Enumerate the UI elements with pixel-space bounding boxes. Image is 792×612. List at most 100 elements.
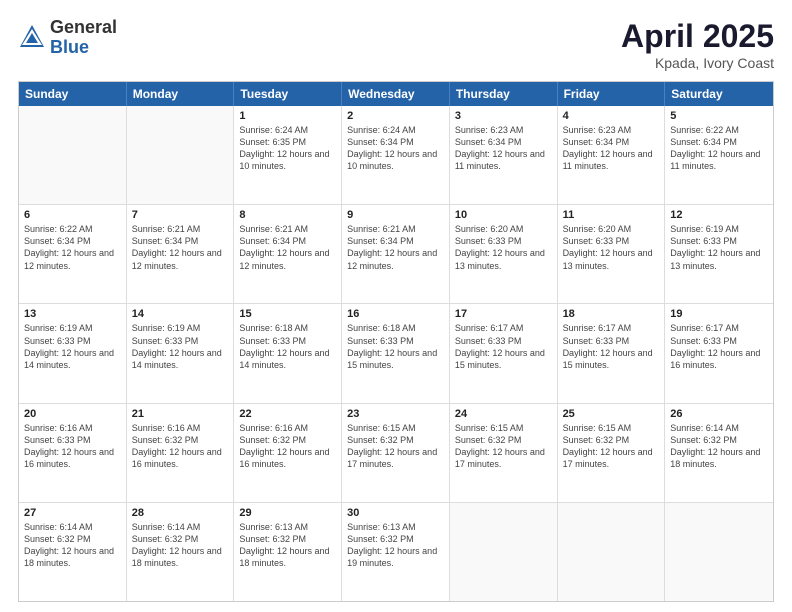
day-number: 1 — [239, 110, 336, 122]
header-friday: Friday — [558, 82, 666, 106]
day-info: Sunrise: 6:23 AM Sunset: 6:34 PM Dayligh… — [455, 124, 552, 173]
calendar-cell-r2c4: 17Sunrise: 6:17 AM Sunset: 6:33 PM Dayli… — [450, 304, 558, 402]
calendar-cell-r1c6: 12 Sunrise: 6:19 AM Sunset: 6:33 PM Dayli… — [665, 205, 773, 303]
day-info: Sunrise: 6:20 AM Sunset: 6:33 PM Dayligh… — [563, 223, 660, 272]
day-info: Sunrise: 6:18 AM Sunset: 6:33 PM Dayligh… — [239, 322, 336, 371]
calendar-row-5: 27Sunrise: 6:14 AM Sunset: 6:32 PM Dayli… — [19, 503, 773, 601]
calendar-row-4: 20 Sunrise: 6:16 AM Sunset: 6:33 PM Dayli… — [19, 404, 773, 503]
calendar-cell-r2c1: 14 Sunrise: 6:19 AM Sunset: 6:33 PM Dayli… — [127, 304, 235, 402]
day-number: 23 — [347, 408, 444, 420]
day-info: Sunrise: 6:16 AM Sunset: 6:32 PM Dayligh… — [239, 422, 336, 471]
calendar-cell-r2c3: 16Sunrise: 6:18 AM Sunset: 6:33 PM Dayli… — [342, 304, 450, 402]
header-wednesday: Wednesday — [342, 82, 450, 106]
logo-icon — [18, 23, 46, 51]
calendar-cell-r4c5 — [558, 503, 666, 601]
day-info: Sunrise: 6:23 AM Sunset: 6:34 PM Dayligh… — [563, 124, 660, 173]
day-number: 28 — [132, 507, 229, 519]
header-tuesday: Tuesday — [234, 82, 342, 106]
calendar-cell-r3c6: 26 Sunrise: 6:14 AM Sunset: 6:32 PM Dayli… — [665, 404, 773, 502]
day-number: 7 — [132, 209, 229, 221]
logo-blue: Blue — [50, 38, 117, 58]
title-block: April 2025 Kpada, Ivory Coast — [621, 18, 774, 71]
day-number: 4 — [563, 110, 660, 122]
day-info: Sunrise: 6:20 AM Sunset: 6:33 PM Dayligh… — [455, 223, 552, 272]
calendar-cell-r2c0: 13Sunrise: 6:19 AM Sunset: 6:33 PM Dayli… — [19, 304, 127, 402]
page: General Blue April 2025 Kpada, Ivory Coa… — [0, 0, 792, 612]
calendar-row-2: 6 Sunrise: 6:22 AM Sunset: 6:34 PM Daylig… — [19, 205, 773, 304]
calendar-cell-r3c1: 21 Sunrise: 6:16 AM Sunset: 6:32 PM Dayli… — [127, 404, 235, 502]
calendar-cell-r4c6 — [665, 503, 773, 601]
calendar-cell-r0c4: 3 Sunrise: 6:23 AM Sunset: 6:34 PM Daylig… — [450, 106, 558, 204]
day-info: Sunrise: 6:15 AM Sunset: 6:32 PM Dayligh… — [563, 422, 660, 471]
day-info: Sunrise: 6:21 AM Sunset: 6:34 PM Dayligh… — [347, 223, 444, 272]
calendar-cell-r3c3: 23 Sunrise: 6:15 AM Sunset: 6:32 PM Dayli… — [342, 404, 450, 502]
calendar-cell-r0c1 — [127, 106, 235, 204]
day-info: Sunrise: 6:17 AM Sunset: 6:33 PM Dayligh… — [670, 322, 768, 371]
calendar-cell-r1c2: 8Sunrise: 6:21 AM Sunset: 6:34 PM Daylig… — [234, 205, 342, 303]
day-info: Sunrise: 6:22 AM Sunset: 6:34 PM Dayligh… — [24, 223, 121, 272]
day-number: 5 — [670, 110, 768, 122]
calendar-cell-r0c3: 2Sunrise: 6:24 AM Sunset: 6:34 PM Daylig… — [342, 106, 450, 204]
calendar-cell-r2c6: 19 Sunrise: 6:17 AM Sunset: 6:33 PM Dayli… — [665, 304, 773, 402]
logo-general: General — [50, 18, 117, 38]
calendar-cell-r1c0: 6 Sunrise: 6:22 AM Sunset: 6:34 PM Daylig… — [19, 205, 127, 303]
day-info: Sunrise: 6:16 AM Sunset: 6:33 PM Dayligh… — [24, 422, 121, 471]
day-info: Sunrise: 6:14 AM Sunset: 6:32 PM Dayligh… — [670, 422, 768, 471]
calendar-cell-r4c4 — [450, 503, 558, 601]
calendar-cell-r4c3: 30Sunrise: 6:13 AM Sunset: 6:32 PM Dayli… — [342, 503, 450, 601]
calendar-body: 1 Sunrise: 6:24 AM Sunset: 6:35 PM Daylig… — [19, 106, 773, 601]
day-info: Sunrise: 6:14 AM Sunset: 6:32 PM Dayligh… — [24, 521, 121, 570]
calendar-cell-r3c4: 24 Sunrise: 6:15 AM Sunset: 6:32 PM Dayli… — [450, 404, 558, 502]
calendar-cell-r3c2: 22 Sunrise: 6:16 AM Sunset: 6:32 PM Dayli… — [234, 404, 342, 502]
calendar-cell-r4c1: 28 Sunrise: 6:14 AM Sunset: 6:32 PM Dayli… — [127, 503, 235, 601]
calendar: Sunday Monday Tuesday Wednesday Thursday… — [18, 81, 774, 602]
logo-text: General Blue — [50, 18, 117, 58]
day-number: 26 — [670, 408, 768, 420]
day-number: 25 — [563, 408, 660, 420]
day-number: 14 — [132, 308, 229, 320]
calendar-cell-r0c6: 5Sunrise: 6:22 AM Sunset: 6:34 PM Daylig… — [665, 106, 773, 204]
calendar-cell-r2c5: 18Sunrise: 6:17 AM Sunset: 6:33 PM Dayli… — [558, 304, 666, 402]
day-number: 19 — [670, 308, 768, 320]
day-number: 15 — [239, 308, 336, 320]
day-number: 20 — [24, 408, 121, 420]
day-number: 3 — [455, 110, 552, 122]
header: General Blue April 2025 Kpada, Ivory Coa… — [18, 18, 774, 71]
day-number: 24 — [455, 408, 552, 420]
day-info: Sunrise: 6:16 AM Sunset: 6:32 PM Dayligh… — [132, 422, 229, 471]
calendar-cell-r0c0 — [19, 106, 127, 204]
day-number: 13 — [24, 308, 121, 320]
day-info: Sunrise: 6:21 AM Sunset: 6:34 PM Dayligh… — [132, 223, 229, 272]
day-number: 8 — [239, 209, 336, 221]
calendar-cell-r1c3: 9 Sunrise: 6:21 AM Sunset: 6:34 PM Daylig… — [342, 205, 450, 303]
month-title: April 2025 — [621, 18, 774, 55]
calendar-header: Sunday Monday Tuesday Wednesday Thursday… — [19, 82, 773, 106]
day-info: Sunrise: 6:15 AM Sunset: 6:32 PM Dayligh… — [347, 422, 444, 471]
calendar-cell-r0c2: 1 Sunrise: 6:24 AM Sunset: 6:35 PM Daylig… — [234, 106, 342, 204]
day-info: Sunrise: 6:13 AM Sunset: 6:32 PM Dayligh… — [239, 521, 336, 570]
day-number: 22 — [239, 408, 336, 420]
day-number: 10 — [455, 209, 552, 221]
day-number: 2 — [347, 110, 444, 122]
day-info: Sunrise: 6:19 AM Sunset: 6:33 PM Dayligh… — [132, 322, 229, 371]
day-info: Sunrise: 6:19 AM Sunset: 6:33 PM Dayligh… — [670, 223, 768, 272]
location: Kpada, Ivory Coast — [621, 55, 774, 71]
day-number: 21 — [132, 408, 229, 420]
calendar-cell-r2c2: 15 Sunrise: 6:18 AM Sunset: 6:33 PM Dayli… — [234, 304, 342, 402]
day-number: 16 — [347, 308, 444, 320]
day-number: 12 — [670, 209, 768, 221]
day-info: Sunrise: 6:15 AM Sunset: 6:32 PM Dayligh… — [455, 422, 552, 471]
logo: General Blue — [18, 18, 117, 58]
day-number: 29 — [239, 507, 336, 519]
day-info: Sunrise: 6:17 AM Sunset: 6:33 PM Dayligh… — [455, 322, 552, 371]
calendar-cell-r1c4: 10 Sunrise: 6:20 AM Sunset: 6:33 PM Dayli… — [450, 205, 558, 303]
day-info: Sunrise: 6:24 AM Sunset: 6:35 PM Dayligh… — [239, 124, 336, 173]
day-info: Sunrise: 6:14 AM Sunset: 6:32 PM Dayligh… — [132, 521, 229, 570]
day-number: 11 — [563, 209, 660, 221]
calendar-cell-r3c0: 20 Sunrise: 6:16 AM Sunset: 6:33 PM Dayli… — [19, 404, 127, 502]
day-number: 30 — [347, 507, 444, 519]
calendar-cell-r1c1: 7 Sunrise: 6:21 AM Sunset: 6:34 PM Daylig… — [127, 205, 235, 303]
calendar-row-3: 13 Sunrise: 6:19 AM Sunset: 6:33 PM Dayli… — [19, 304, 773, 403]
day-number: 6 — [24, 209, 121, 221]
day-number: 9 — [347, 209, 444, 221]
